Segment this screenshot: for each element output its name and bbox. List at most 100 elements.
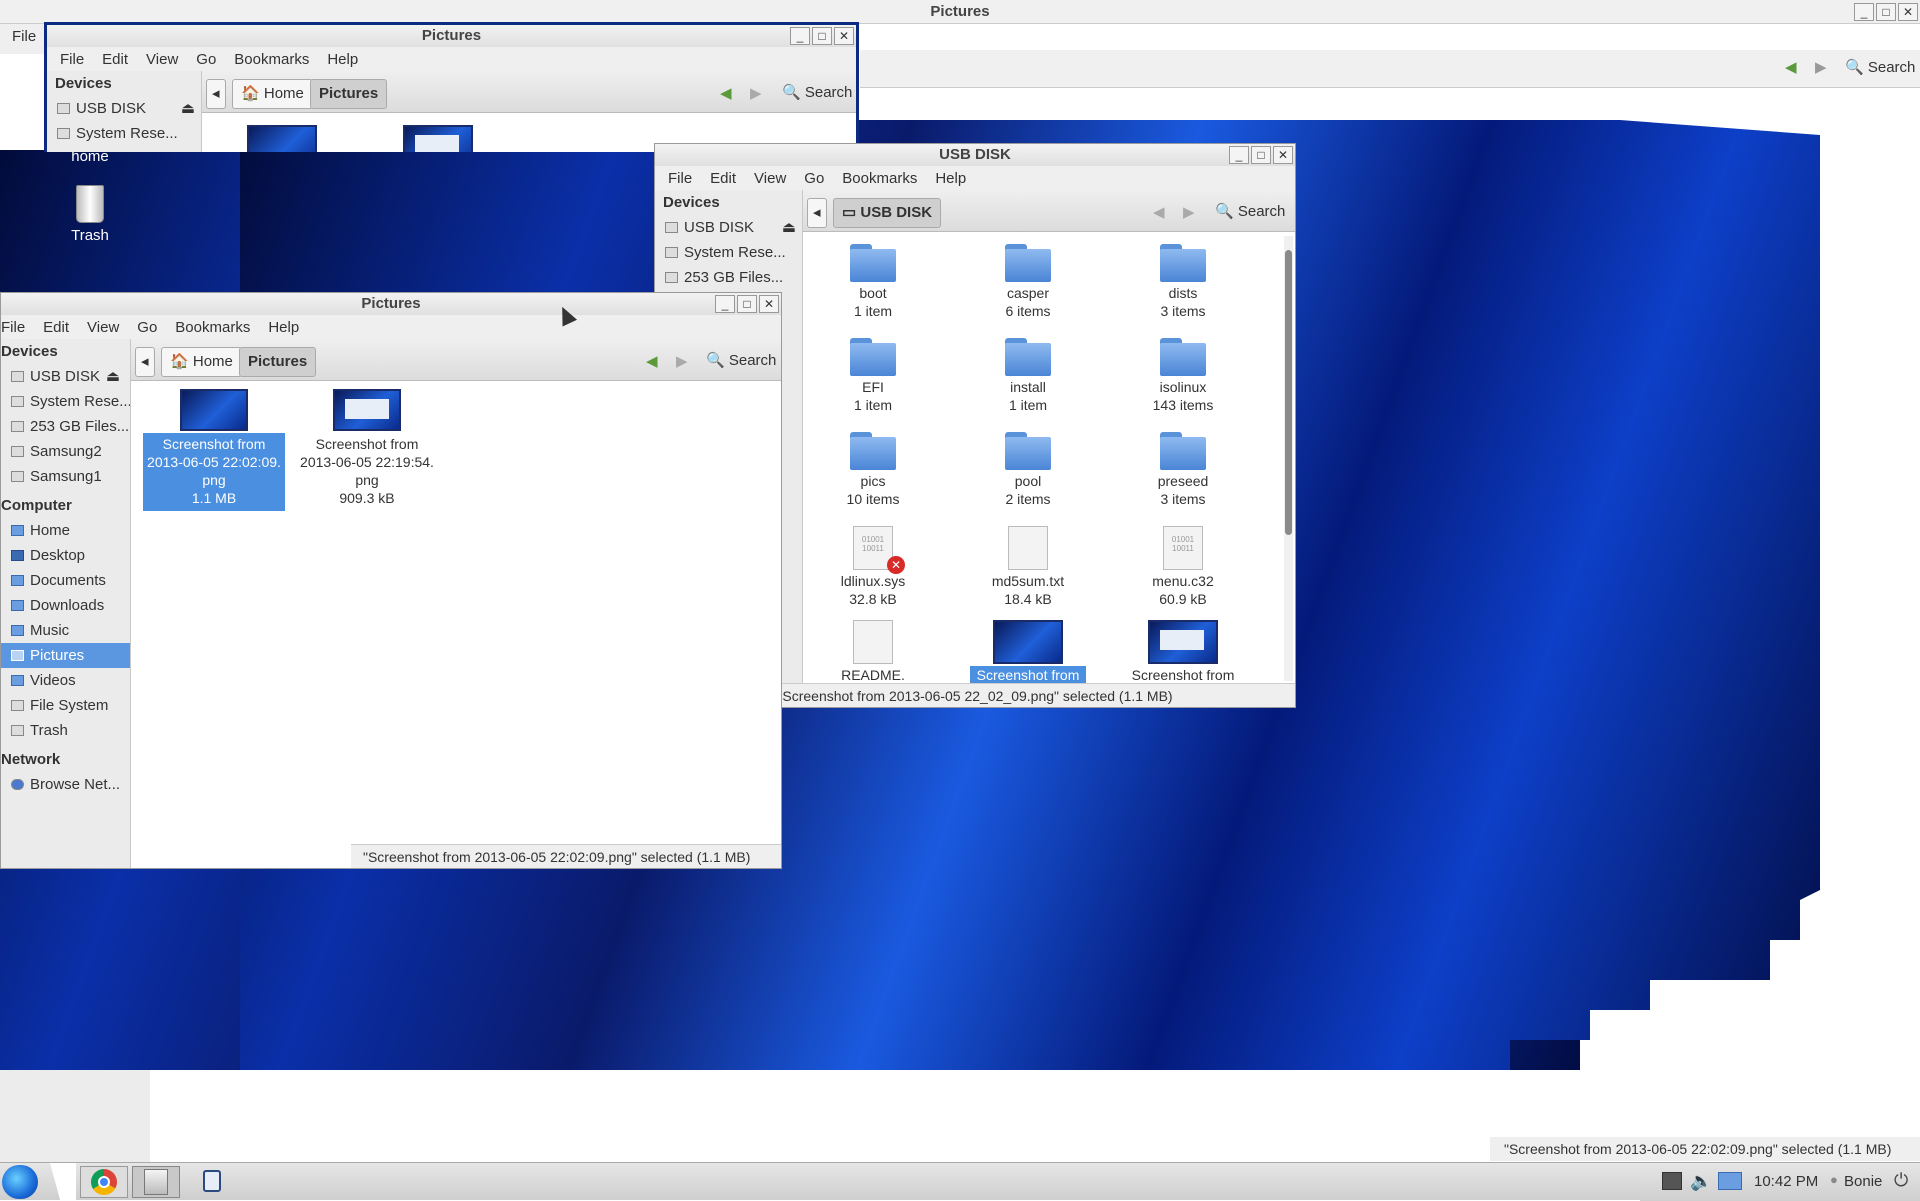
menu-edit[interactable]: Edit [34,319,78,336]
minimize-button[interactable]: _ [1854,3,1874,21]
desktop-icon-trash[interactable]: Trash [60,185,120,244]
grid-item-folder[interactable]: install 1 item [958,338,1098,414]
close-button[interactable]: ✕ [1273,146,1293,164]
menu-bookmarks[interactable]: Bookmarks [833,170,926,187]
back-arrow-icon[interactable]: ◀ [1785,58,1797,76]
crumb-pictures[interactable]: Pictures [239,347,317,377]
path-back-button[interactable]: ◂ [807,198,827,228]
menu-help[interactable]: Help [926,170,975,187]
minimize-button[interactable]: _ [715,295,735,313]
volume-icon[interactable]: 🔈 [1690,1171,1712,1192]
start-menu-button[interactable] [2,1165,38,1199]
sidebar-item-music[interactable]: Music [1,618,130,643]
forward-arrow-icon[interactable]: ▶ [676,352,688,370]
search-button[interactable]: 🔍 Search [1215,198,1285,226]
sidebar-item-home[interactable]: Home [1,518,130,543]
grid-item-folder[interactable]: pool 2 items [958,432,1098,508]
crumb-home[interactable]: 🏠 Home [232,79,313,109]
sidebar-item-system-reserved[interactable]: System Rese... [655,240,802,265]
maximize-button[interactable]: □ [1876,3,1896,21]
search-button[interactable]: 🔍 Search [782,79,852,107]
network-tray-icon[interactable] [1662,1172,1682,1190]
sidebar-item-desktop[interactable]: Desktop [1,543,130,568]
bg-menu-file[interactable]: File [12,28,36,45]
grid-item-file[interactable]: 01001 10011 menu.c32 60.9 kB [1113,526,1253,608]
minimize-button[interactable]: _ [790,27,810,45]
close-button[interactable]: ✕ [1898,3,1918,21]
thumbnail[interactable] [403,125,473,152]
search-button[interactable]: 🔍 Search [706,347,776,375]
sidebar-item-usb-disk[interactable]: USB DISK ⏏ [1,364,130,389]
maximize-button[interactable]: □ [737,295,757,313]
menu-file[interactable]: File [51,51,93,68]
sidebar-item-documents[interactable]: Documents [1,568,130,593]
sidebar-item-browse-network[interactable]: Browse Net... [1,772,130,797]
menu-help[interactable]: Help [318,51,367,68]
grid-item-image-selected[interactable]: Screenshot from 2013-06-05 22:02:09. png… [143,389,285,511]
menu-go[interactable]: Go [795,170,833,187]
grid-item-folder[interactable]: dists 3 items [1113,244,1253,320]
taskbar-files-button[interactable] [132,1166,180,1198]
grid-item-folder[interactable]: boot 1 item [803,244,943,320]
forward-arrow-icon[interactable]: ▶ [750,84,762,102]
sidebar-item-system-reserved[interactable]: System Rese... [47,121,201,146]
scrollbar-thumb[interactable] [1285,250,1292,535]
grid-item-folder[interactable]: isolinux 143 items [1113,338,1253,414]
close-button[interactable]: ✕ [834,27,854,45]
minimize-button[interactable]: _ [1229,146,1249,164]
menu-file[interactable]: File [659,170,701,187]
grid-item-folder[interactable]: EFI 1 item [803,338,943,414]
sidebar-item-samsung1[interactable]: Samsung1 [1,464,130,489]
sidebar-item-usb-disk[interactable]: USB DISK ⏏ [47,96,201,121]
grid-item-file[interactable]: md5sum.txt 18.4 kB [958,526,1098,608]
sidebar-item-videos[interactable]: Videos [1,668,130,693]
menu-edit[interactable]: Edit [701,170,745,187]
forward-arrow-icon[interactable]: ▶ [1815,58,1827,76]
maximize-button[interactable]: □ [1251,146,1271,164]
menu-go[interactable]: Go [187,51,225,68]
eject-icon[interactable]: ⏏ [782,215,796,240]
crumb-usb-disk[interactable]: ▭ USB DISK [833,198,942,228]
crumb-home[interactable]: 🏠 Home [161,347,242,377]
sidebar-item-samsung2[interactable]: Samsung2 [1,439,130,464]
menu-bookmarks[interactable]: Bookmarks [225,51,318,68]
sidebar-item-trash[interactable]: Trash [1,718,130,743]
sidebar-item-usb-disk[interactable]: USB DISK ⏏ [655,215,802,240]
sidebar-item-file-system[interactable]: File System [1,693,130,718]
grid-item-image[interactable]: Screenshot from 2013-06-05 22:19:54. png… [296,389,438,511]
grid-item-image-selected[interactable]: Screenshot from [958,620,1098,683]
sidebar-item-system-reserved[interactable]: System Rese... [1,389,130,414]
sidebar-item-253gb[interactable]: 253 GB Files... [655,265,802,290]
grid-item-folder[interactable]: pics 10 items [803,432,943,508]
eject-icon[interactable]: ⏏ [106,364,120,389]
menu-edit[interactable]: Edit [93,51,137,68]
maximize-button[interactable]: □ [812,27,832,45]
menu-help[interactable]: Help [259,319,308,336]
menu-view[interactable]: View [745,170,795,187]
thumbnail[interactable] [247,125,317,152]
back-arrow-icon[interactable]: ◀ [720,84,732,102]
eject-icon[interactable]: ⏏ [181,96,195,121]
menu-file[interactable]: File [1,319,34,336]
sidebar-item-downloads[interactable]: Downloads [1,593,130,618]
back-arrow-icon[interactable]: ◀ [1153,203,1165,221]
forward-arrow-icon[interactable]: ▶ [1183,203,1195,221]
vertical-scrollbar[interactable] [1284,236,1293,681]
mail-icon[interactable] [1718,1172,1742,1190]
clock[interactable]: 10:42 PM [1754,1173,1818,1190]
path-back-button[interactable]: ◂ [206,79,226,109]
menu-go[interactable]: Go [128,319,166,336]
grid-item-folder[interactable]: casper 6 items [958,244,1098,320]
menu-bookmarks[interactable]: Bookmarks [166,319,259,336]
back-arrow-icon[interactable]: ◀ [646,352,658,370]
menu-view[interactable]: View [78,319,128,336]
menu-view[interactable]: View [137,51,187,68]
grid-item-file[interactable]: 01001 10011 ✕ ldlinux.sys 32.8 kB [803,526,943,608]
taskbar-app-button[interactable] [200,1170,224,1194]
path-back-button[interactable]: ◂ [135,347,155,377]
user-name[interactable]: Bonie [1844,1173,1882,1190]
grid-item-folder[interactable]: preseed 3 items [1113,432,1253,508]
power-icon[interactable]: ⏻ [1894,1170,1908,1191]
taskbar-chrome-button[interactable] [80,1166,128,1198]
bg-search-button[interactable]: 🔍 Search [1845,58,1915,76]
